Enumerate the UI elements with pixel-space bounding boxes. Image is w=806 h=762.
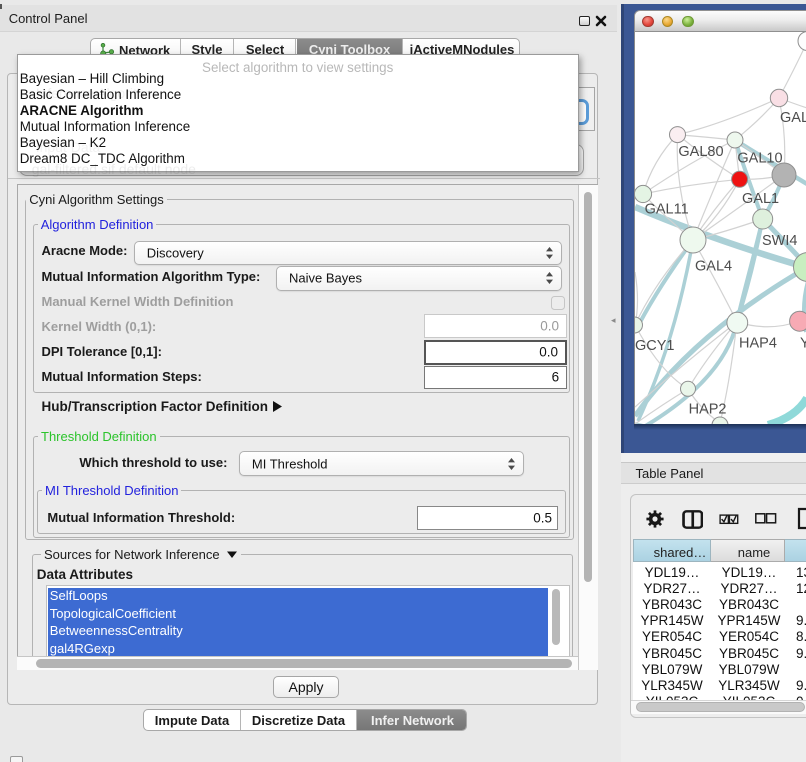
svg-text:HAP4: HAP4	[739, 336, 777, 352]
svg-text:GAL4: GAL4	[695, 259, 732, 275]
svg-text:GAL80: GAL80	[678, 144, 723, 160]
svg-text:Y: Y	[800, 336, 806, 352]
svg-text:GAL11: GAL11	[645, 202, 689, 218]
svg-text:GCY1: GCY1	[635, 338, 675, 354]
svg-text:GAL10: GAL10	[737, 151, 782, 167]
svg-text:GAL: GAL	[780, 110, 806, 126]
svg-text:SWI4: SWI4	[762, 233, 797, 249]
svg-text:GAL1: GAL1	[742, 191, 779, 207]
svg-text:HAP2: HAP2	[689, 402, 727, 418]
